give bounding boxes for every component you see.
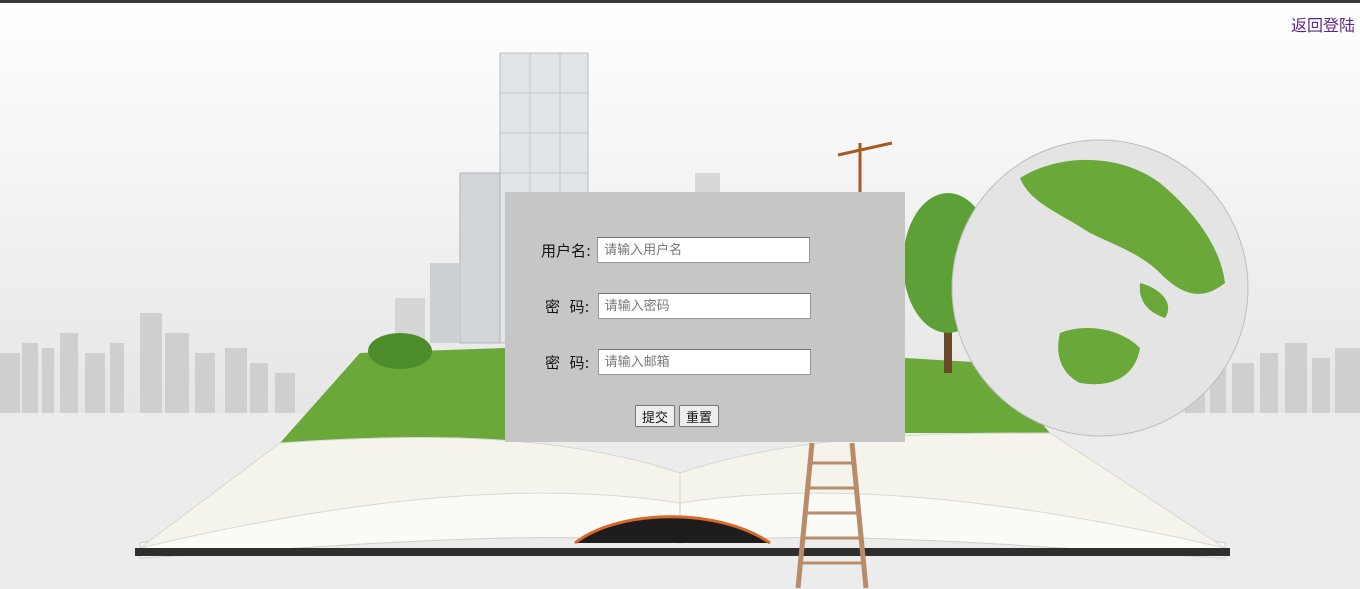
email-label: 密 码: [545,353,590,372]
password-label: 密 码: [545,297,590,316]
password-row: 密 码: [545,289,811,323]
email-row: 密 码: [545,345,811,379]
form-buttons: 提交 重置 [635,405,720,427]
email-input[interactable] [597,349,811,375]
globe-illustration [951,139,1249,437]
return-login-link[interactable]: 返回登陆 [1291,12,1355,36]
reset-button[interactable]: 重置 [679,405,720,427]
password-input[interactable] [597,293,811,319]
register-form: 用户名: 密 码: 密 码: 提交 重置 [505,192,905,442]
username-label: 用户名: [541,241,592,260]
bush-illustration [368,333,432,369]
submit-button[interactable]: 提交 [635,405,676,427]
crane-illustration [837,141,893,195]
skyline-left [0,313,295,413]
username-input[interactable] [597,237,811,263]
username-row: 用户名: [541,233,811,267]
